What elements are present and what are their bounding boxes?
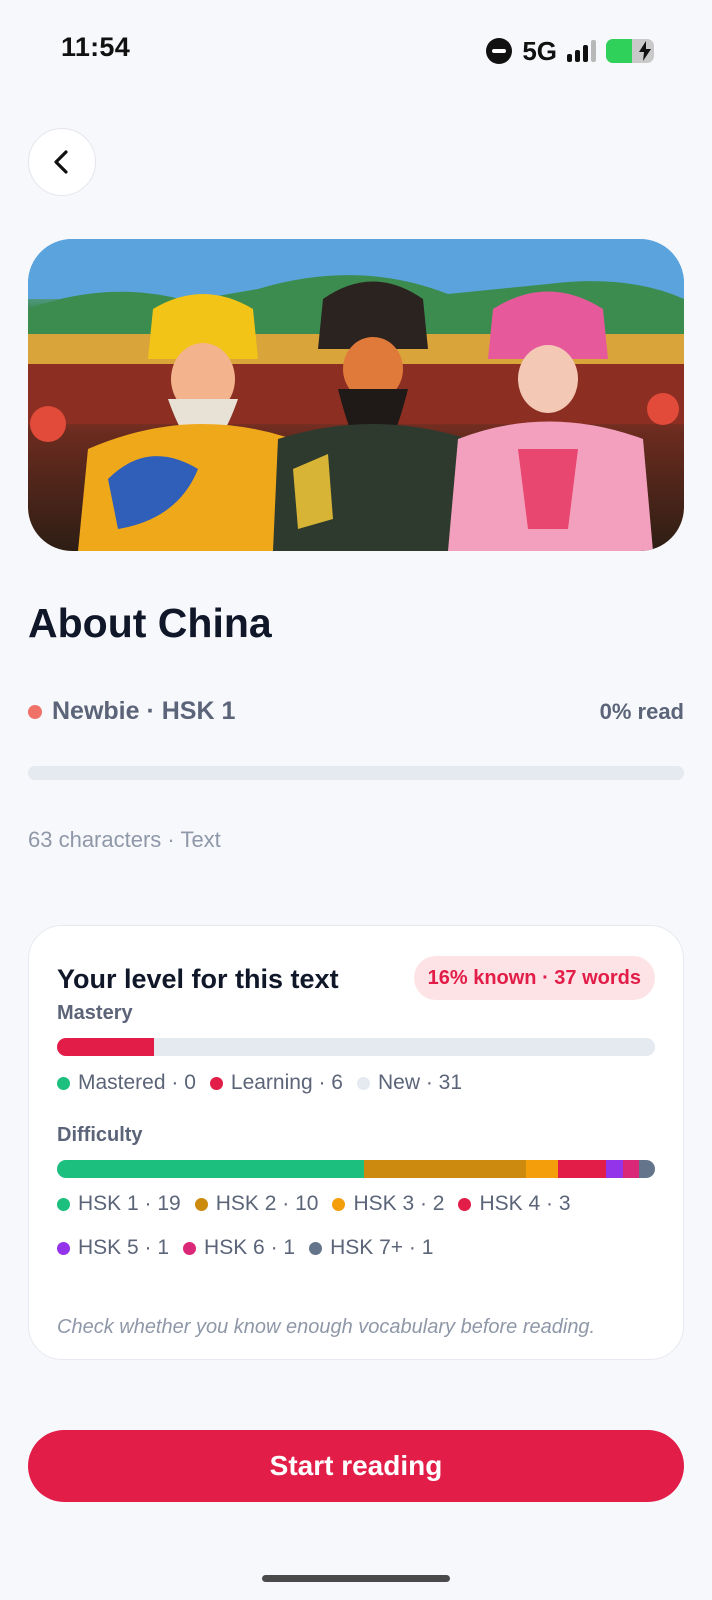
battery-level [606,39,632,63]
read-progress-label: 0% read [599,699,684,724]
difficulty-label: Difficulty [57,1124,143,1146]
legend-item: HSK 2 · 10 [194,1192,319,1216]
difficulty-bar [57,1160,655,1178]
signal-bar [591,40,596,62]
difficulty-legend-row: HSK 5 · 1 HSK 6 · 1 HSK 7+ · 1 [57,1236,447,1260]
legend-item: HSK 1 · 19 [57,1192,181,1216]
bar-segment-hsk-6 [622,1160,639,1178]
legend-dot [458,1197,472,1211]
legend-label: Mastered · 0 [78,1071,196,1094]
legend-dot [209,1076,223,1090]
back-button[interactable] [28,128,96,196]
legend-item: Learning · 6 [209,1071,343,1095]
bar-segment-hsk-3 [525,1160,558,1178]
legend-label: HSK 6 · 1 [204,1236,296,1259]
legend-label: HSK 4 · 3 [479,1192,571,1215]
legend-label: HSK 3 · 2 [353,1192,445,1215]
battery-icon [606,39,654,63]
status-icons: 5G [486,34,654,68]
legend-item: HSK 4 · 3 [458,1192,571,1216]
legend-dot [309,1241,323,1255]
level-label: Newbie · HSK 1 [52,697,236,725]
start-reading-button[interactable]: Start reading [28,1430,684,1502]
legend-item: HSK 3 · 2 [332,1192,444,1216]
signal-bar [567,54,572,62]
difficulty-legend-row: HSK 1 · 19 HSK 2 · 10 HSK 3 · 2 HSK 4 · 3 [57,1192,585,1216]
do-not-disturb-icon [486,38,513,64]
level-indicator-dot [28,705,42,719]
legend-dot [332,1197,346,1211]
mastery-label: Mastery [57,1002,133,1024]
legend-item: HSK 7+ · 1 [309,1236,433,1260]
signal-bar [575,50,580,62]
mastery-legend: Mastered · 0 Learning · 6 New · 31 [57,1071,476,1095]
level-card-hint: Check whether you know enough vocabulary… [57,1316,596,1338]
legend-dot [57,1076,70,1090]
level-row: Newbie · HSK 1 0% read [28,697,684,727]
signal-icon [567,40,596,62]
legend-item: HSK 6 · 1 [183,1236,295,1260]
legend-dot [194,1197,208,1211]
status-time: 11:54 [61,32,131,62]
status-bar: 11:54 5G [0,0,712,100]
chevron-left-icon [54,150,68,174]
legend-dot [356,1076,370,1090]
legend-label: HSK 2 · 10 [215,1192,319,1215]
hero-illustration [28,239,684,551]
legend-label: HSK 1 · 19 [78,1192,181,1215]
bar-segment-learning [57,1038,154,1056]
legend-item: HSK 5 · 1 [57,1236,169,1260]
charging-bolt-icon [639,41,651,61]
text-info: 63 characters · Text [28,827,221,852]
mastery-bar [57,1038,655,1056]
page-title: About China [28,600,272,646]
legend-label: HSK 5 · 1 [78,1236,170,1259]
legend-item: New · 31 [356,1071,462,1095]
legend-label: New · 31 [377,1071,462,1094]
signal-bar [583,45,588,62]
bar-segment-hsk-5 [606,1160,623,1178]
known-badge: 16% known · 37 words [413,956,655,1000]
legend-item: Mastered · 0 [57,1071,196,1095]
bar-segment-hsk-1 [57,1160,365,1178]
network-label: 5G [522,35,557,66]
legend-label: HSK 7+ · 1 [330,1236,434,1259]
bar-segment-hsk-4 [558,1160,607,1178]
hero-image [28,239,684,551]
legend-dot [57,1197,70,1211]
legend-dot [183,1241,197,1255]
legend-label: Learning · 6 [230,1071,343,1094]
reading-progress-bar [28,766,684,780]
legend-dot [57,1241,70,1255]
level-card-title: Your level for this text [57,964,339,994]
bar-segment-hsk-7- [638,1160,655,1178]
level-card: Your level for this text 16% known · 37 … [28,925,684,1360]
home-indicator[interactable] [262,1575,450,1582]
bar-segment-hsk-2 [364,1160,526,1178]
bar-segment-new [153,1038,655,1056]
